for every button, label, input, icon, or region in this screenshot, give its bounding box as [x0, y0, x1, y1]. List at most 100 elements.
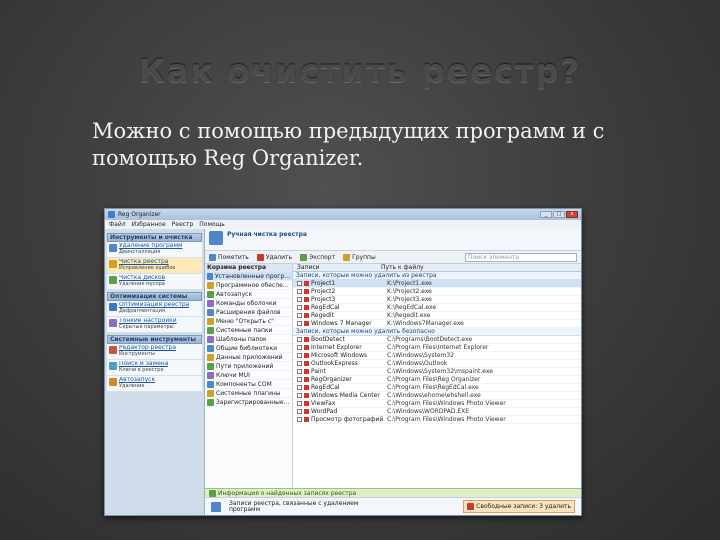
- mark-button[interactable]: Пометить: [209, 253, 249, 261]
- menu-help[interactable]: Помощь: [199, 221, 225, 228]
- table-row[interactable]: Microsoft Windows C:\Windows\System32: [293, 352, 581, 360]
- registry-key-icon: [304, 281, 309, 286]
- row-name: RegOrganizer: [311, 376, 352, 383]
- category-item[interactable]: Компоненты COM: [205, 380, 292, 389]
- sidebar-item[interactable]: Чистка дисков Удаление мусора: [107, 274, 202, 290]
- category-list: Корзина реестра Установленные прогр... Пр…: [205, 264, 293, 488]
- category-icon: [207, 299, 214, 307]
- category-item[interactable]: Расширения файлов: [205, 308, 292, 317]
- toolbar: Пометить Удалить Экспорт Группы Поиск эл…: [205, 251, 581, 264]
- row-checkbox[interactable]: [297, 305, 302, 310]
- category-item[interactable]: Шаблоны папок: [205, 335, 292, 344]
- category-icon: [207, 290, 214, 298]
- sidebar-item[interactable]: Автозапуск Удаление: [107, 376, 202, 392]
- tool-icon: [109, 244, 117, 252]
- row-checkbox[interactable]: [297, 281, 302, 286]
- column-path[interactable]: Путь к файлу: [381, 264, 424, 271]
- category-item[interactable]: Автозапуск: [205, 290, 292, 299]
- minimize-button[interactable]: _: [540, 211, 552, 218]
- table-row[interactable]: RegEdCal C:\Program Files\RegEdCal.exe: [293, 384, 581, 392]
- row-checkbox[interactable]: [297, 417, 302, 422]
- table-row[interactable]: ViewFax C:\Program Files\Windows Photo Vi…: [293, 400, 581, 408]
- table-row[interactable]: Project1 K:\Project1.exe: [293, 280, 581, 288]
- sidebar-item[interactable]: Чистка реестра Исправление ошибок: [107, 258, 202, 274]
- category-item[interactable]: Пути приложений: [205, 362, 292, 371]
- sidebar-item[interactable]: Редактор реестра Инструменты: [107, 344, 202, 360]
- search-input[interactable]: Поиск элемента: [465, 252, 577, 262]
- table-row[interactable]: Internet Explorer C:\Program Files\Intern…: [293, 344, 581, 352]
- table-row[interactable]: Просмотр фотографий C:\Program Files\Wind…: [293, 416, 581, 424]
- title-bar: Reg Organizer _ □ x: [105, 209, 581, 220]
- menu-bar: Файл Избранное Реестр Помощь: [105, 220, 581, 229]
- sidebar-item[interactable]: Удаление программ Деинсталляция: [107, 242, 202, 258]
- category-item[interactable]: Меню "Открыть с": [205, 317, 292, 326]
- column-name[interactable]: Записи: [293, 264, 381, 271]
- row-checkbox[interactable]: [297, 401, 302, 406]
- maximize-button[interactable]: □: [553, 211, 565, 218]
- sidebar-item-text: Удаление программ Деинсталляция: [119, 243, 183, 255]
- row-path: C:\Programs\BootDetect.exe: [387, 336, 473, 343]
- table-row[interactable]: RegEdCal K:\RegEdCal.exe: [293, 304, 581, 312]
- sidebar-section-header[interactable]: Системные инструменты: [107, 335, 202, 344]
- table-row[interactable]: BootDetect C:\Programs\BootDetect.exe: [293, 336, 581, 344]
- sidebar-section-header[interactable]: Инструменты и очистка: [107, 233, 202, 242]
- category-item[interactable]: Системные плагины: [205, 389, 292, 398]
- sidebar-item[interactable]: Оптимизация реестра Дефрагментация: [107, 301, 202, 317]
- export-button[interactable]: Экспорт: [300, 253, 335, 261]
- table-row[interactable]: OutlookExpress C:\Windows\Outlook: [293, 360, 581, 368]
- group-header[interactable]: Записи, которые можно удалить из реестра: [293, 272, 581, 280]
- row-name: Project1: [311, 280, 336, 287]
- row-checkbox[interactable]: [297, 353, 302, 358]
- table-row[interactable]: Project2 K:\Project2.exe: [293, 288, 581, 296]
- row-checkbox[interactable]: [297, 393, 302, 398]
- category-label: Общие библиотеки: [216, 344, 277, 352]
- delete-button[interactable]: Удалить: [256, 253, 292, 261]
- row-checkbox[interactable]: [297, 313, 302, 318]
- category-item[interactable]: Общие библиотеки: [205, 344, 292, 353]
- row-checkbox[interactable]: [297, 321, 302, 326]
- row-checkbox[interactable]: [297, 377, 302, 382]
- table-row[interactable]: Regedit K:\Regedit.exe: [293, 312, 581, 320]
- category-label: Программное обеспе...: [216, 281, 289, 289]
- footer-text[interactable]: Записи реестра, связанные с удалением пр…: [229, 500, 379, 513]
- row-path: K:\Project1.exe: [387, 280, 432, 287]
- row-checkbox[interactable]: [297, 289, 302, 294]
- delete-icon: [256, 253, 264, 261]
- table-row[interactable]: WordPad C:\Windows\WORDPAD.EXE: [293, 408, 581, 416]
- group-header[interactable]: Записи, которые можно удалить безопасно: [293, 328, 581, 336]
- category-item[interactable]: Команды оболочки: [205, 299, 292, 308]
- menu-registry[interactable]: Реестр: [172, 221, 194, 228]
- table-row[interactable]: Paint C:\Windows\System32\mspaint.exe: [293, 368, 581, 376]
- sidebar-section-header[interactable]: Оптимизация системы: [107, 292, 202, 301]
- row-checkbox[interactable]: [297, 337, 302, 342]
- sidebar-item[interactable]: Поиск и замена Ключи в реестре: [107, 360, 202, 376]
- category-item[interactable]: Данные приложений: [205, 353, 292, 362]
- registry-key-icon: [304, 401, 309, 406]
- category-item[interactable]: Зарегистрированные...: [205, 398, 292, 407]
- close-button[interactable]: x: [566, 211, 578, 218]
- table-row[interactable]: Windows 7 Manager K:\Windows7Manager.exe: [293, 320, 581, 328]
- row-checkbox[interactable]: [297, 361, 302, 366]
- table-row[interactable]: RegOrganizer C:\Program Files\Reg Organiz…: [293, 376, 581, 384]
- row-checkbox[interactable]: [297, 297, 302, 302]
- free-entries-badge[interactable]: Свободные записи: 3 удалить: [463, 500, 575, 513]
- slide-title: Как очистить реестр?: [138, 52, 582, 90]
- category-item[interactable]: Ключи MUI: [205, 371, 292, 380]
- menu-file[interactable]: Файл: [109, 221, 126, 228]
- category-item[interactable]: Программное обеспе...: [205, 281, 292, 290]
- row-checkbox[interactable]: [297, 385, 302, 390]
- groups-button[interactable]: Группы: [343, 253, 376, 261]
- category-item[interactable]: Системные папки: [205, 326, 292, 335]
- category-item[interactable]: Установленные прогр...: [205, 272, 292, 281]
- row-checkbox[interactable]: [297, 345, 302, 350]
- row-checkbox[interactable]: [297, 369, 302, 374]
- table-row[interactable]: Windows Media Center C:\Windows\ehome\ehs…: [293, 392, 581, 400]
- registry-cleaner-icon: [209, 231, 223, 245]
- table-row[interactable]: Project3 K:\Project3.exe: [293, 296, 581, 304]
- row-checkbox[interactable]: [297, 409, 302, 414]
- menu-favorites[interactable]: Избранное: [132, 221, 166, 228]
- category-icon: [207, 317, 214, 325]
- sidebar-item[interactable]: Тонкие настройки Скрытые параметры: [107, 317, 202, 333]
- app-icon: [108, 211, 115, 218]
- status-text: Информация о найденных записях реестра: [218, 489, 357, 497]
